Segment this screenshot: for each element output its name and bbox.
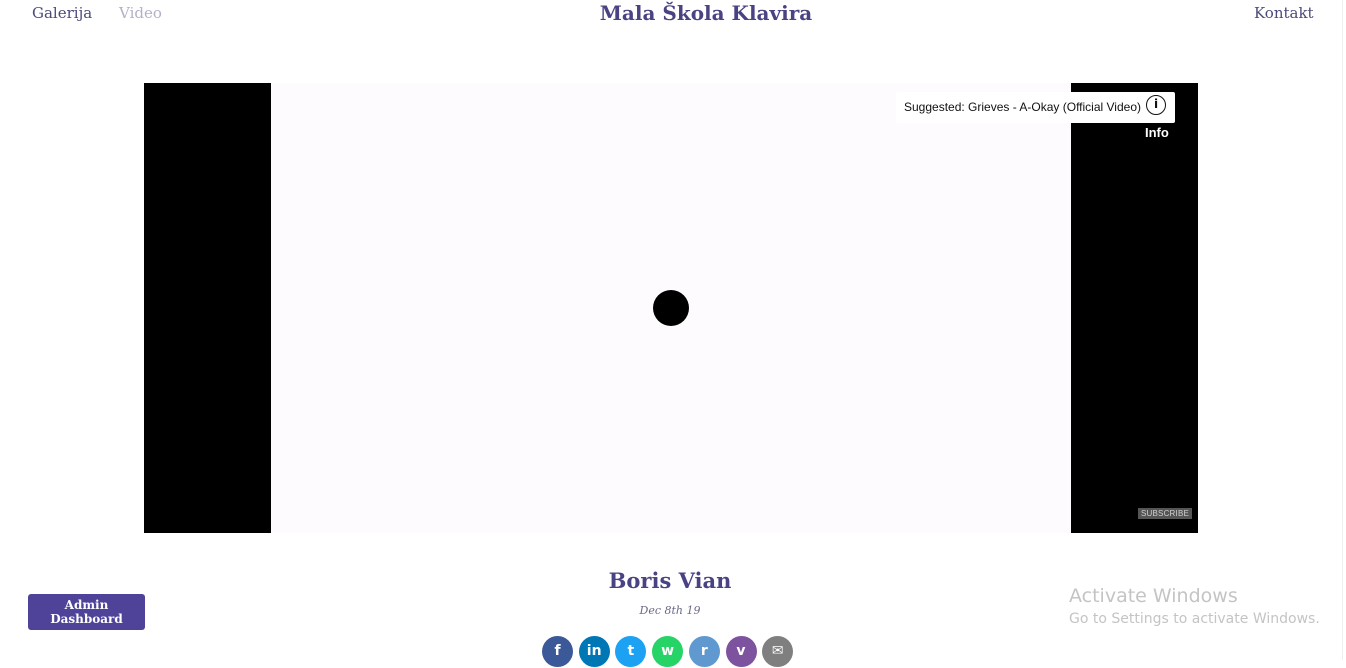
info-icon[interactable]: i <box>1146 95 1166 115</box>
site-title[interactable]: Mala Škola Klavira <box>0 1 1346 25</box>
nav-kontakt-link[interactable]: Kontakt <box>1254 4 1314 22</box>
video-frame-content <box>271 83 1071 533</box>
video-player[interactable]: Suggested: Grieves - A-Okay (Official Vi… <box>144 83 1198 533</box>
email-icon[interactable]: ✉ <box>762 636 794 667</box>
suggested-video-bar[interactable]: Suggested: Grieves - A-Okay (Official Vi… <box>896 92 1175 123</box>
windows-activation-subtitle: Go to Settings to activate Windows. <box>1069 611 1320 627</box>
facebook-icon[interactable]: f <box>542 636 573 667</box>
whatsapp-icon[interactable]: w <box>652 636 684 667</box>
loading-spinner <box>653 290 689 326</box>
reddit-icon[interactable]: r <box>688 636 720 667</box>
subscribe-badge[interactable]: SUBSCRIBE <box>1138 508 1193 519</box>
twitter-icon[interactable]: t <box>615 636 647 667</box>
suggested-video-text[interactable]: Suggested: Grieves - A-Okay (Official Vi… <box>904 100 1141 114</box>
linkedin-icon[interactable]: in <box>578 636 610 667</box>
scrollbar-track[interactable] <box>1342 0 1343 660</box>
windows-activation-title: Activate Windows <box>1069 585 1238 607</box>
viber-icon[interactable]: v <box>725 636 757 667</box>
info-label[interactable]: Info <box>1145 125 1169 140</box>
admin-dashboard-button[interactable]: Admin Dashboard <box>28 594 145 630</box>
